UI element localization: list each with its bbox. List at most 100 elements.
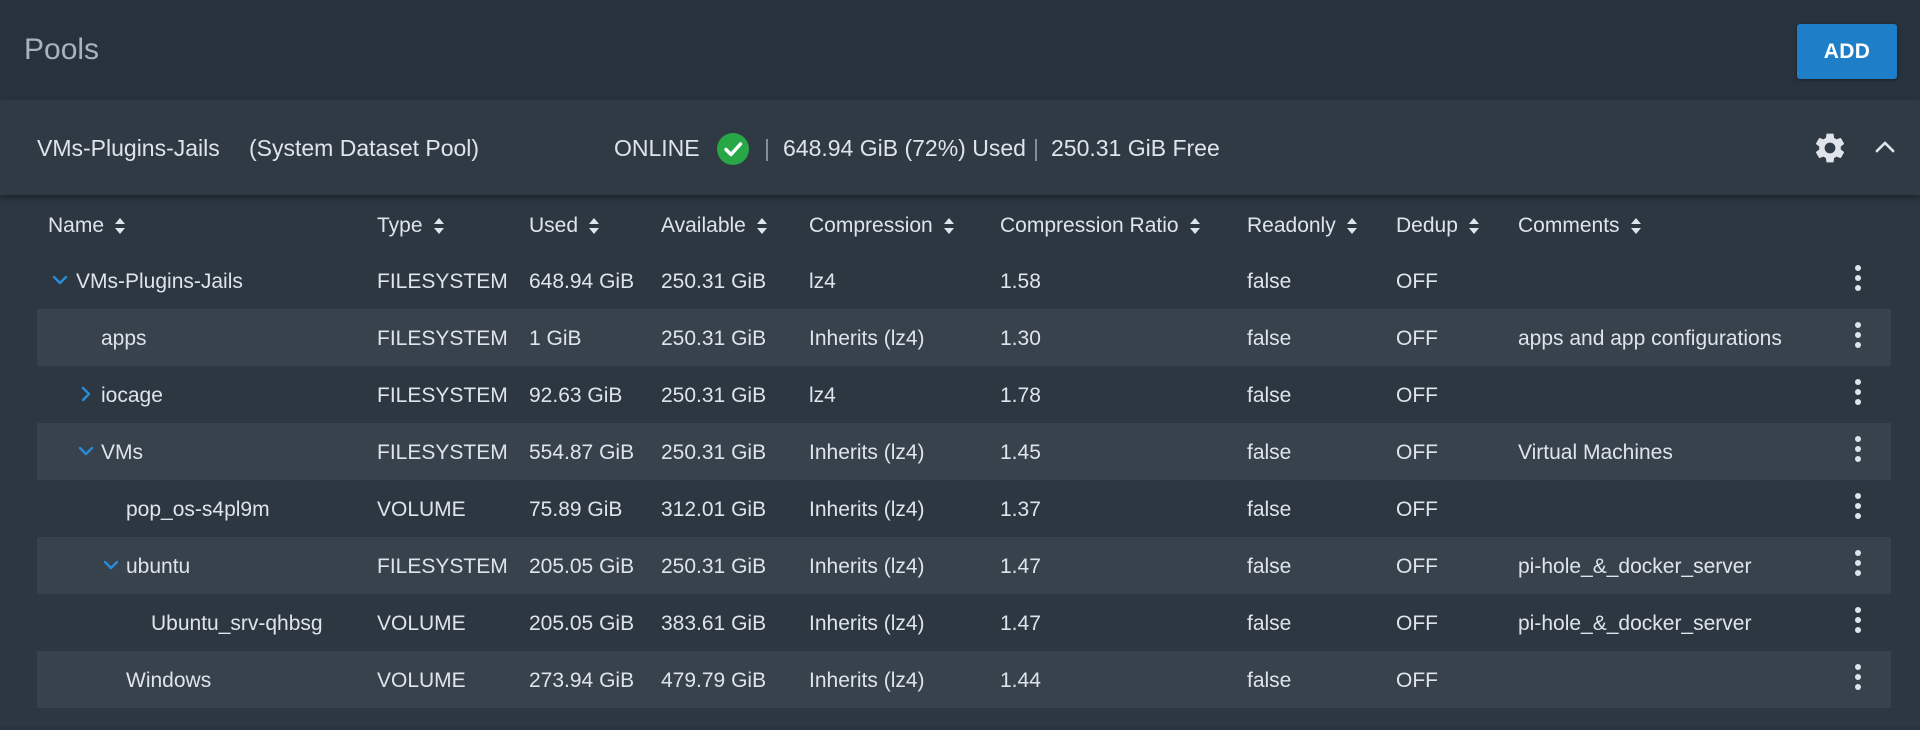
cell-type: FILESYSTEM (377, 270, 508, 293)
column-header-name[interactable]: Name (48, 214, 126, 238)
cell-dedup: OFF (1396, 441, 1438, 464)
table-row[interactable]: VMs-Plugins-Jails FILESYSTEM 648.94 GiB 250… (37, 252, 1891, 309)
cell-type: FILESYSTEM (377, 327, 508, 350)
cell-dedup: OFF (1396, 270, 1438, 293)
column-header-comments[interactable]: Comments (1518, 214, 1642, 238)
cell-dedup: OFF (1396, 669, 1438, 692)
cell-readonly: false (1247, 441, 1292, 464)
column-header-ratio[interactable]: Compression Ratio (1000, 214, 1201, 238)
pool-card: VMs-Plugins-Jails (System Dataset Pool) … (0, 100, 1920, 726)
cell-ratio: 1.37 (1000, 498, 1041, 521)
pool-header: VMs-Plugins-Jails (System Dataset Pool) … (0, 100, 1920, 195)
more-vert-icon[interactable] (1846, 491, 1870, 521)
cell-name: Windows (126, 669, 212, 692)
column-header-used[interactable]: Used (529, 214, 600, 238)
column-header-compression[interactable]: Compression (809, 214, 955, 238)
chevron-right-icon[interactable] (77, 385, 95, 403)
more-vert-icon[interactable] (1846, 662, 1870, 692)
add-pool-button[interactable]: ADD (1797, 24, 1897, 79)
sort-icon (943, 218, 954, 234)
column-header-type[interactable]: Type (377, 214, 445, 238)
more-vert-icon[interactable] (1846, 434, 1870, 464)
more-vert-icon[interactable] (1846, 320, 1870, 350)
separator: | (764, 135, 770, 161)
table-row[interactable]: Ubuntu_srv-qhbsg VOLUME 205.05 GiB 383.61 G… (37, 594, 1891, 651)
table-row[interactable]: iocage FILESYSTEM 92.63 GiB 250.31 GiB lz4 1.… (37, 366, 1891, 423)
cell-used: 554.87 GiB (529, 441, 635, 464)
cell-comments: pi-hole_&_docker_server (1518, 612, 1752, 635)
cell-readonly: false (1247, 612, 1292, 635)
chevron-down-icon[interactable] (102, 556, 120, 574)
cell-ratio: 1.45 (1000, 441, 1041, 464)
cell-compression: Inherits (lz4) (809, 669, 925, 692)
column-header-label: Available (661, 214, 746, 237)
more-vert-icon[interactable] (1846, 263, 1870, 293)
column-header-available[interactable]: Available (661, 214, 768, 238)
column-header-label: Dedup (1396, 214, 1458, 237)
cell-readonly: false (1247, 498, 1292, 521)
chevron-down-icon[interactable] (51, 271, 69, 289)
cell-name: Ubuntu_srv-qhbsg (151, 612, 323, 635)
cell-readonly: false (1247, 384, 1292, 407)
cell-used: 75.89 GiB (529, 498, 623, 521)
cell-available: 250.31 GiB (661, 327, 767, 350)
more-vert-icon[interactable] (1846, 605, 1870, 635)
check-icon (717, 133, 749, 165)
chevron-up-icon[interactable] (1871, 133, 1899, 161)
table-row[interactable]: pop_os-s4pl9m VOLUME 75.89 GiB 312.01 GiB In… (37, 480, 1891, 537)
column-header-label: Compression (809, 214, 933, 237)
gear-icon[interactable] (1812, 130, 1848, 166)
cell-dedup: OFF (1396, 555, 1438, 578)
column-header-readonly[interactable]: Readonly (1247, 214, 1358, 238)
sort-icon (756, 218, 767, 234)
cell-dedup: OFF (1396, 384, 1438, 407)
cell-dedup: OFF (1396, 327, 1438, 350)
page-header: Pools ADD (0, 0, 1920, 100)
pool-used: 648.94 GiB (72%) Used (783, 135, 1026, 161)
sort-icon (433, 218, 444, 234)
cell-readonly: false (1247, 669, 1292, 692)
cell-readonly: false (1247, 327, 1292, 350)
more-vert-icon[interactable] (1846, 377, 1870, 407)
column-header-label: Readonly (1247, 214, 1336, 237)
cell-compression: Inherits (lz4) (809, 555, 925, 578)
more-vert-icon[interactable] (1846, 548, 1870, 578)
cell-available: 250.31 GiB (661, 555, 767, 578)
sort-icon (1468, 218, 1479, 234)
cell-ratio: 1.47 (1000, 612, 1041, 635)
cell-available: 250.31 GiB (661, 384, 767, 407)
column-header-label: Type (377, 214, 423, 237)
sort-icon (1630, 218, 1641, 234)
cell-name: VMs-Plugins-Jails (76, 270, 243, 293)
table-body: VMs-Plugins-Jails FILESYSTEM 648.94 GiB 250… (37, 252, 1891, 708)
cell-readonly: false (1247, 270, 1292, 293)
sort-icon (1346, 218, 1357, 234)
cell-dedup: OFF (1396, 498, 1438, 521)
table-row[interactable]: apps FILESYSTEM 1 GiB 250.31 GiB Inherits (l… (37, 309, 1891, 366)
cell-name: iocage (101, 384, 163, 407)
cell-used: 648.94 GiB (529, 270, 635, 293)
table-row[interactable]: Windows VOLUME 273.94 GiB 479.79 GiB Inherit… (37, 651, 1891, 708)
cell-used: 205.05 GiB (529, 555, 635, 578)
cell-name: VMs (101, 441, 143, 464)
cell-name: ubuntu (126, 555, 191, 578)
cell-compression: lz4 (809, 384, 836, 407)
datasets-table: Name Type Used Available Compression Compress… (37, 195, 1891, 708)
chevron-down-icon[interactable] (77, 442, 95, 460)
cell-ratio: 1.44 (1000, 669, 1041, 692)
cell-type: FILESYSTEM (377, 555, 508, 578)
separator: | (1033, 135, 1039, 161)
cell-type: FILESYSTEM (377, 384, 508, 407)
cell-compression: Inherits (lz4) (809, 498, 925, 521)
pool-status: ONLINE (614, 135, 700, 161)
cell-available: 479.79 GiB (661, 669, 767, 692)
pool-name: VMs-Plugins-Jails (37, 135, 220, 161)
pool-free: 250.31 GiB Free (1051, 135, 1220, 161)
table-header: Name Type Used Available Compression Compress… (37, 195, 1891, 252)
column-header-dedup[interactable]: Dedup (1396, 214, 1480, 238)
cell-readonly: false (1247, 555, 1292, 578)
table-row[interactable]: ubuntu FILESYSTEM 205.05 GiB 250.31 GiB Inhe… (37, 537, 1891, 594)
cell-type: VOLUME (377, 669, 466, 692)
cell-compression: lz4 (809, 270, 836, 293)
table-row[interactable]: VMs FILESYSTEM 554.87 GiB 250.31 GiB Inherit… (37, 423, 1891, 480)
